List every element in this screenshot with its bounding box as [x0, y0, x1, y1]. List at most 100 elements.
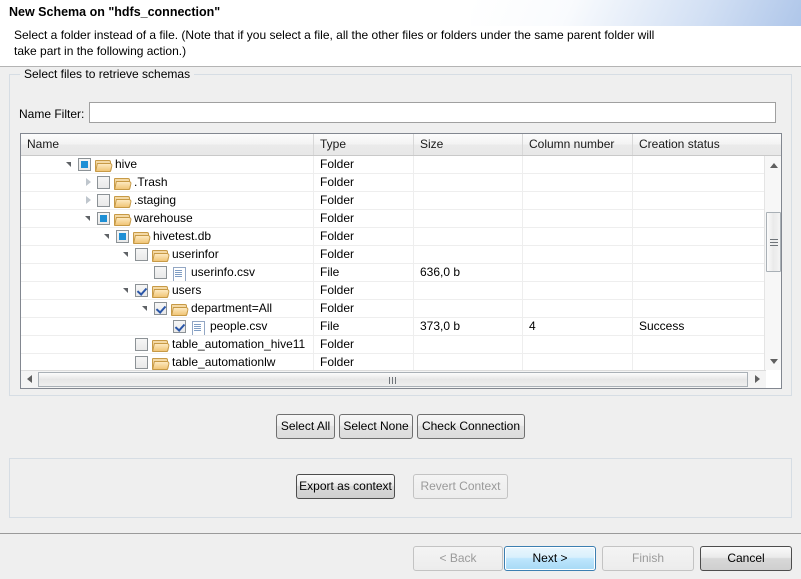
- expander-expand-icon[interactable]: [82, 192, 97, 209]
- file-icon: [189, 320, 206, 334]
- cell-type: Folder: [314, 192, 414, 209]
- expander-collapse-icon[interactable]: [63, 156, 78, 173]
- row-checkbox[interactable]: [135, 248, 148, 261]
- vertical-scrollbar-thumb[interactable]: [766, 212, 781, 272]
- folder-icon: [151, 356, 168, 370]
- row-checkbox[interactable]: [135, 338, 148, 351]
- finish-button: Finish: [602, 546, 694, 571]
- column-header-column-number[interactable]: Column number: [523, 134, 633, 155]
- cell-column-number: [523, 300, 633, 317]
- table-row[interactable]: users Folder: [21, 282, 766, 300]
- revert-context-button: Revert Context: [413, 474, 508, 499]
- scroll-up-arrow-icon[interactable]: [765, 156, 782, 173]
- folder-icon: [151, 248, 168, 262]
- cell-type: Folder: [314, 174, 414, 191]
- row-name-label: .staging: [134, 192, 176, 209]
- cell-name: users: [21, 282, 314, 299]
- cell-type: Folder: [314, 246, 414, 263]
- table-row[interactable]: warehouseFolder: [21, 210, 766, 228]
- expander-collapse-icon[interactable]: [120, 246, 135, 263]
- name-filter-input[interactable]: [89, 102, 776, 123]
- row-name-label: department=All: [191, 300, 272, 317]
- horizontal-scrollbar-thumb[interactable]: [38, 372, 748, 387]
- table-row[interactable]: table_automationlwFolder: [21, 354, 766, 370]
- cell-size: [414, 192, 523, 209]
- table-row[interactable]: .Trash Folder: [21, 174, 766, 192]
- row-name-label: people.csv: [210, 318, 267, 335]
- expander-collapse-icon[interactable]: [139, 300, 154, 317]
- tree-horizontal-scrollbar[interactable]: [21, 370, 766, 388]
- next-button[interactable]: Next >: [504, 546, 596, 571]
- cell-size: [414, 210, 523, 227]
- row-name-label: users: [172, 282, 201, 299]
- row-name-label: .Trash: [134, 174, 168, 191]
- cell-creation-status: [633, 210, 763, 227]
- row-checkbox[interactable]: [154, 266, 167, 279]
- folder-icon: [94, 158, 111, 172]
- tree-vertical-scrollbar[interactable]: [764, 156, 781, 370]
- cell-creation-status: Success: [633, 318, 763, 335]
- row-checkbox[interactable]: [97, 194, 110, 207]
- cancel-button[interactable]: Cancel: [700, 546, 792, 571]
- cell-type: Folder: [314, 300, 414, 317]
- check-connection-button[interactable]: Check Connection: [417, 414, 525, 439]
- table-row[interactable]: department=All Folder: [21, 300, 766, 318]
- table-row[interactable]: people.csvFile373,0 b4Success: [21, 318, 766, 336]
- scroll-down-arrow-icon[interactable]: [765, 353, 782, 370]
- cell-size: [414, 336, 523, 353]
- select-none-button[interactable]: Select None: [339, 414, 413, 439]
- cell-column-number: [523, 264, 633, 281]
- expander-placeholder: [158, 318, 173, 335]
- expander-collapse-icon[interactable]: [120, 282, 135, 299]
- expander-placeholder: [139, 264, 154, 281]
- cell-name: table_automationlw: [21, 354, 314, 370]
- table-row[interactable]: userinfo.csvFile636,0 b: [21, 264, 766, 282]
- cell-size: 373,0 b: [414, 318, 523, 335]
- table-row[interactable]: table_automation_hive11Folder: [21, 336, 766, 354]
- expander-collapse-icon[interactable]: [101, 228, 116, 245]
- cell-type: File: [314, 318, 414, 335]
- cell-column-number: [523, 174, 633, 191]
- expander-expand-icon[interactable]: [82, 174, 97, 191]
- select-all-button[interactable]: Select All: [276, 414, 335, 439]
- column-header-name[interactable]: Name: [21, 134, 314, 155]
- export-as-context-button[interactable]: Export as context: [296, 474, 395, 499]
- cell-column-number: [523, 228, 633, 245]
- folder-icon: [113, 194, 130, 208]
- cell-type: Folder: [314, 336, 414, 353]
- row-checkbox[interactable]: [135, 284, 148, 297]
- row-checkbox[interactable]: [78, 158, 91, 171]
- scroll-right-arrow-icon[interactable]: [750, 371, 766, 388]
- cell-type: File: [314, 264, 414, 281]
- table-row[interactable]: .staging Folder: [21, 192, 766, 210]
- table-row[interactable]: userinforFolder: [21, 246, 766, 264]
- header-decoration-gradient: [471, 0, 801, 26]
- cell-name: hive: [21, 156, 314, 173]
- cell-type: Folder: [314, 210, 414, 227]
- cell-column-number: [523, 156, 633, 173]
- column-header-creation-status[interactable]: Creation status: [633, 134, 763, 155]
- cell-type: Folder: [314, 282, 414, 299]
- scroll-left-arrow-icon[interactable]: [21, 371, 37, 388]
- cell-creation-status: [633, 300, 763, 317]
- cell-creation-status: [633, 228, 763, 245]
- cell-size: [414, 156, 523, 173]
- row-checkbox[interactable]: [135, 356, 148, 369]
- folder-icon: [151, 284, 168, 298]
- table-row[interactable]: hiveFolder: [21, 156, 766, 174]
- folder-icon: [113, 176, 130, 190]
- column-header-size[interactable]: Size: [414, 134, 523, 155]
- expander-placeholder: [120, 336, 135, 353]
- column-header-type[interactable]: Type: [314, 134, 414, 155]
- folder-icon: [132, 230, 149, 244]
- cell-size: [414, 174, 523, 191]
- row-checkbox[interactable]: [97, 176, 110, 189]
- row-checkbox[interactable]: [97, 212, 110, 225]
- row-checkbox[interactable]: [116, 230, 129, 243]
- row-checkbox[interactable]: [173, 320, 186, 333]
- cell-creation-status: [633, 354, 763, 370]
- row-checkbox[interactable]: [154, 302, 167, 315]
- cell-name: .staging: [21, 192, 314, 209]
- table-row[interactable]: hivetest.dbFolder: [21, 228, 766, 246]
- expander-collapse-icon[interactable]: [82, 210, 97, 227]
